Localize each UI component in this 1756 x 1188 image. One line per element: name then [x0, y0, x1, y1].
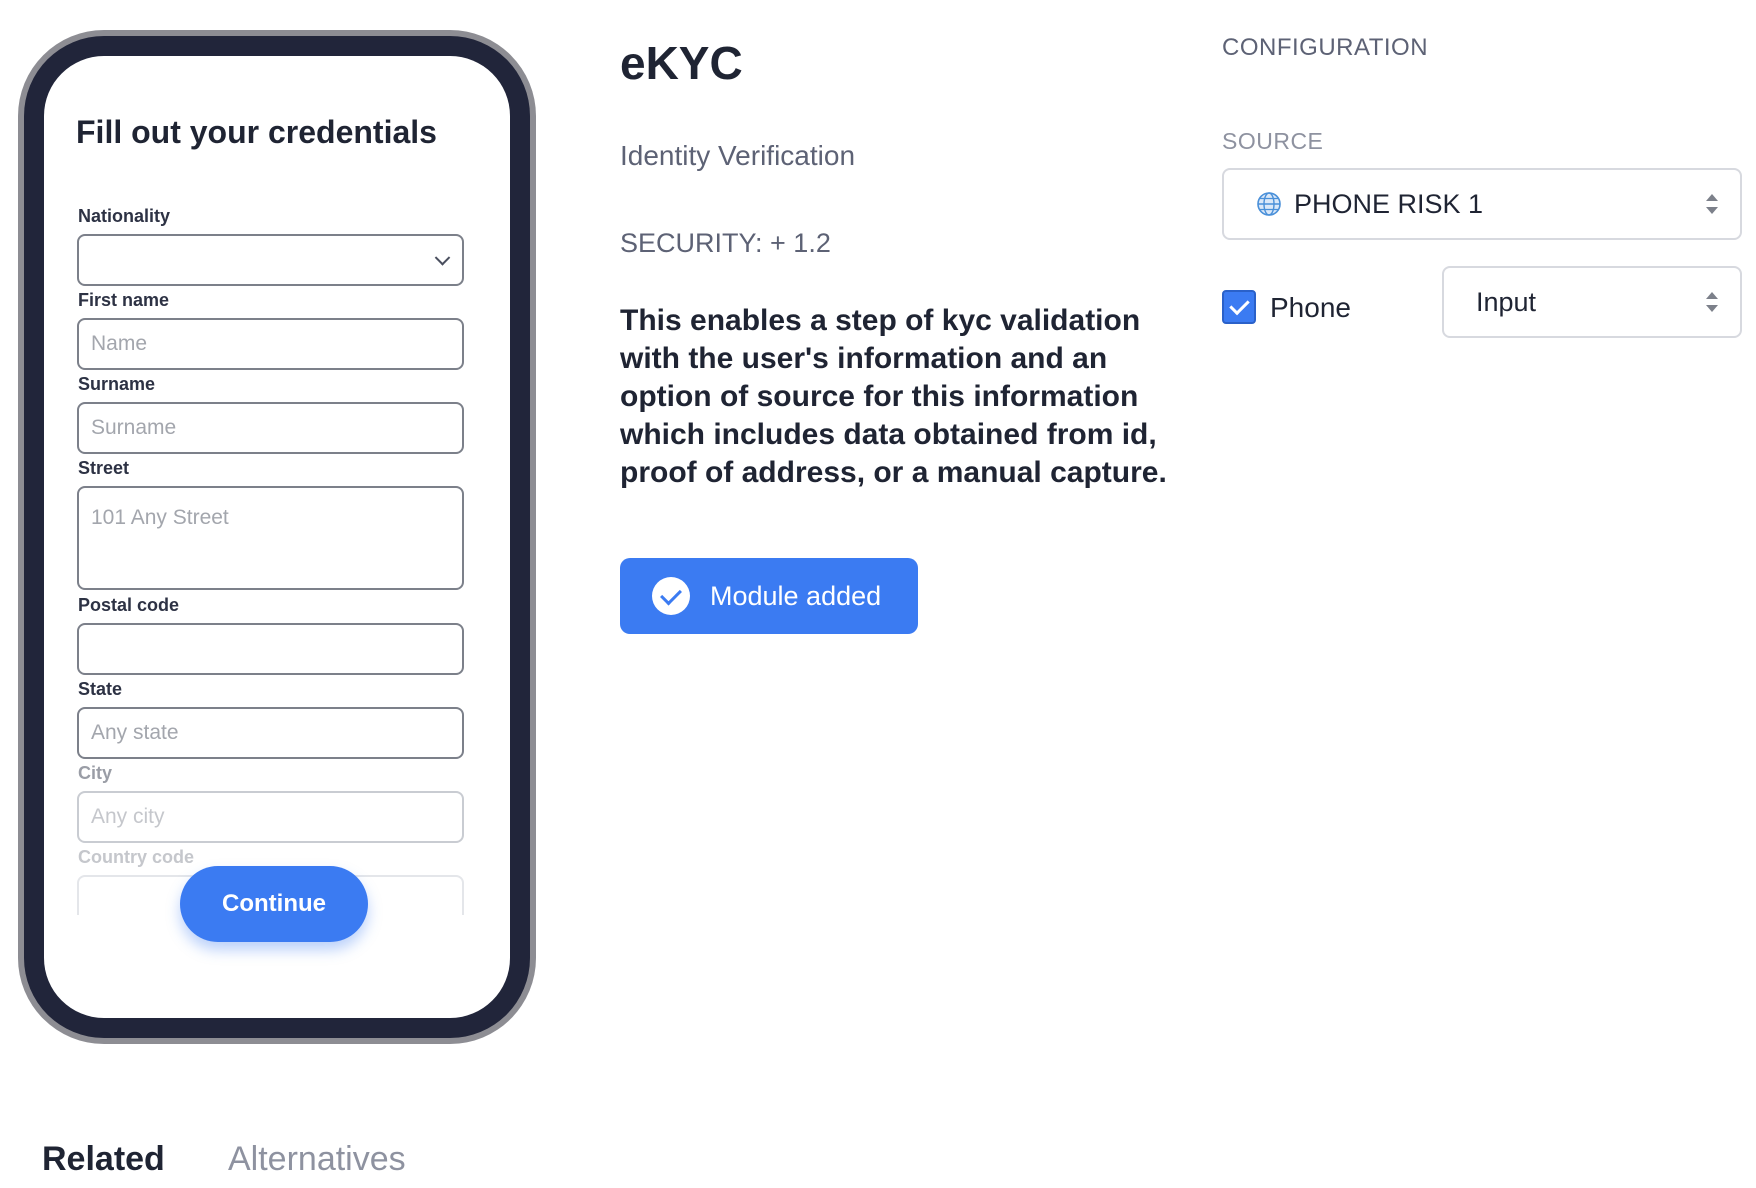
phone-checkbox-label: Phone — [1270, 292, 1351, 323]
street-field[interactable]: 101 Any Street — [77, 486, 464, 590]
surname-field[interactable]: Surname — [77, 402, 464, 454]
first-name-label: First name — [78, 290, 170, 310]
street-placeholder: 101 Any Street — [91, 506, 229, 529]
configuration-heading: CONFIGURATION — [1222, 34, 1429, 61]
state-field[interactable]: Any state — [77, 707, 464, 759]
phone-bezel: Fill out your credentials Nationality Fi… — [24, 36, 530, 1038]
check-circle-icon — [652, 577, 690, 615]
street-label: Street — [78, 458, 130, 478]
module-added-button[interactable]: Module added — [620, 558, 918, 634]
city-field[interactable]: Any city — [77, 791, 464, 843]
country-code-label: Country code — [78, 847, 195, 867]
phone-screen: Fill out your credentials Nationality Fi… — [44, 56, 510, 1018]
phone-mode-select[interactable]: Input — [1442, 266, 1742, 338]
select-arrows-icon — [1706, 292, 1718, 312]
phone-mockup: Fill out your credentials Nationality Fi… — [18, 30, 536, 1044]
state-placeholder: Any state — [91, 721, 179, 744]
form-title: Fill out your credentials — [76, 114, 437, 150]
surname-label: Surname — [78, 374, 156, 394]
first-name-placeholder: Name — [91, 332, 148, 355]
tab-alternatives[interactable]: Alternatives — [228, 1140, 406, 1179]
chevron-down-icon — [434, 250, 451, 266]
source-heading: SOURCE — [1222, 128, 1324, 154]
select-arrows-icon — [1706, 194, 1718, 214]
module-title: eKYC — [620, 37, 743, 89]
source-value: PHONE RISK 1 — [1294, 188, 1484, 219]
source-select[interactable]: PHONE RISK 1 — [1222, 168, 1742, 240]
phone-mode-value: Input — [1476, 286, 1537, 317]
city-label: City — [78, 763, 113, 783]
module-added-label: Module added — [710, 580, 882, 611]
postal-code-field[interactable] — [77, 623, 464, 675]
module-description: This enables a step of kyc validation wi… — [620, 304, 1167, 489]
security-score: SECURITY: + 1.2 — [620, 228, 831, 258]
first-name-field[interactable]: Name — [77, 318, 464, 370]
city-placeholder: Any city — [91, 805, 165, 828]
postal-code-label: Postal code — [78, 595, 180, 615]
phone-checkbox[interactable] — [1222, 290, 1256, 324]
module-subtitle: Identity Verification — [620, 140, 856, 171]
continue-button[interactable]: Continue — [180, 866, 368, 942]
globe-icon — [1257, 192, 1281, 216]
nationality-select[interactable] — [77, 234, 464, 286]
nationality-label: Nationality — [78, 206, 171, 226]
state-label: State — [78, 679, 123, 699]
surname-placeholder: Surname — [91, 416, 177, 439]
tab-related[interactable]: Related — [42, 1140, 165, 1179]
